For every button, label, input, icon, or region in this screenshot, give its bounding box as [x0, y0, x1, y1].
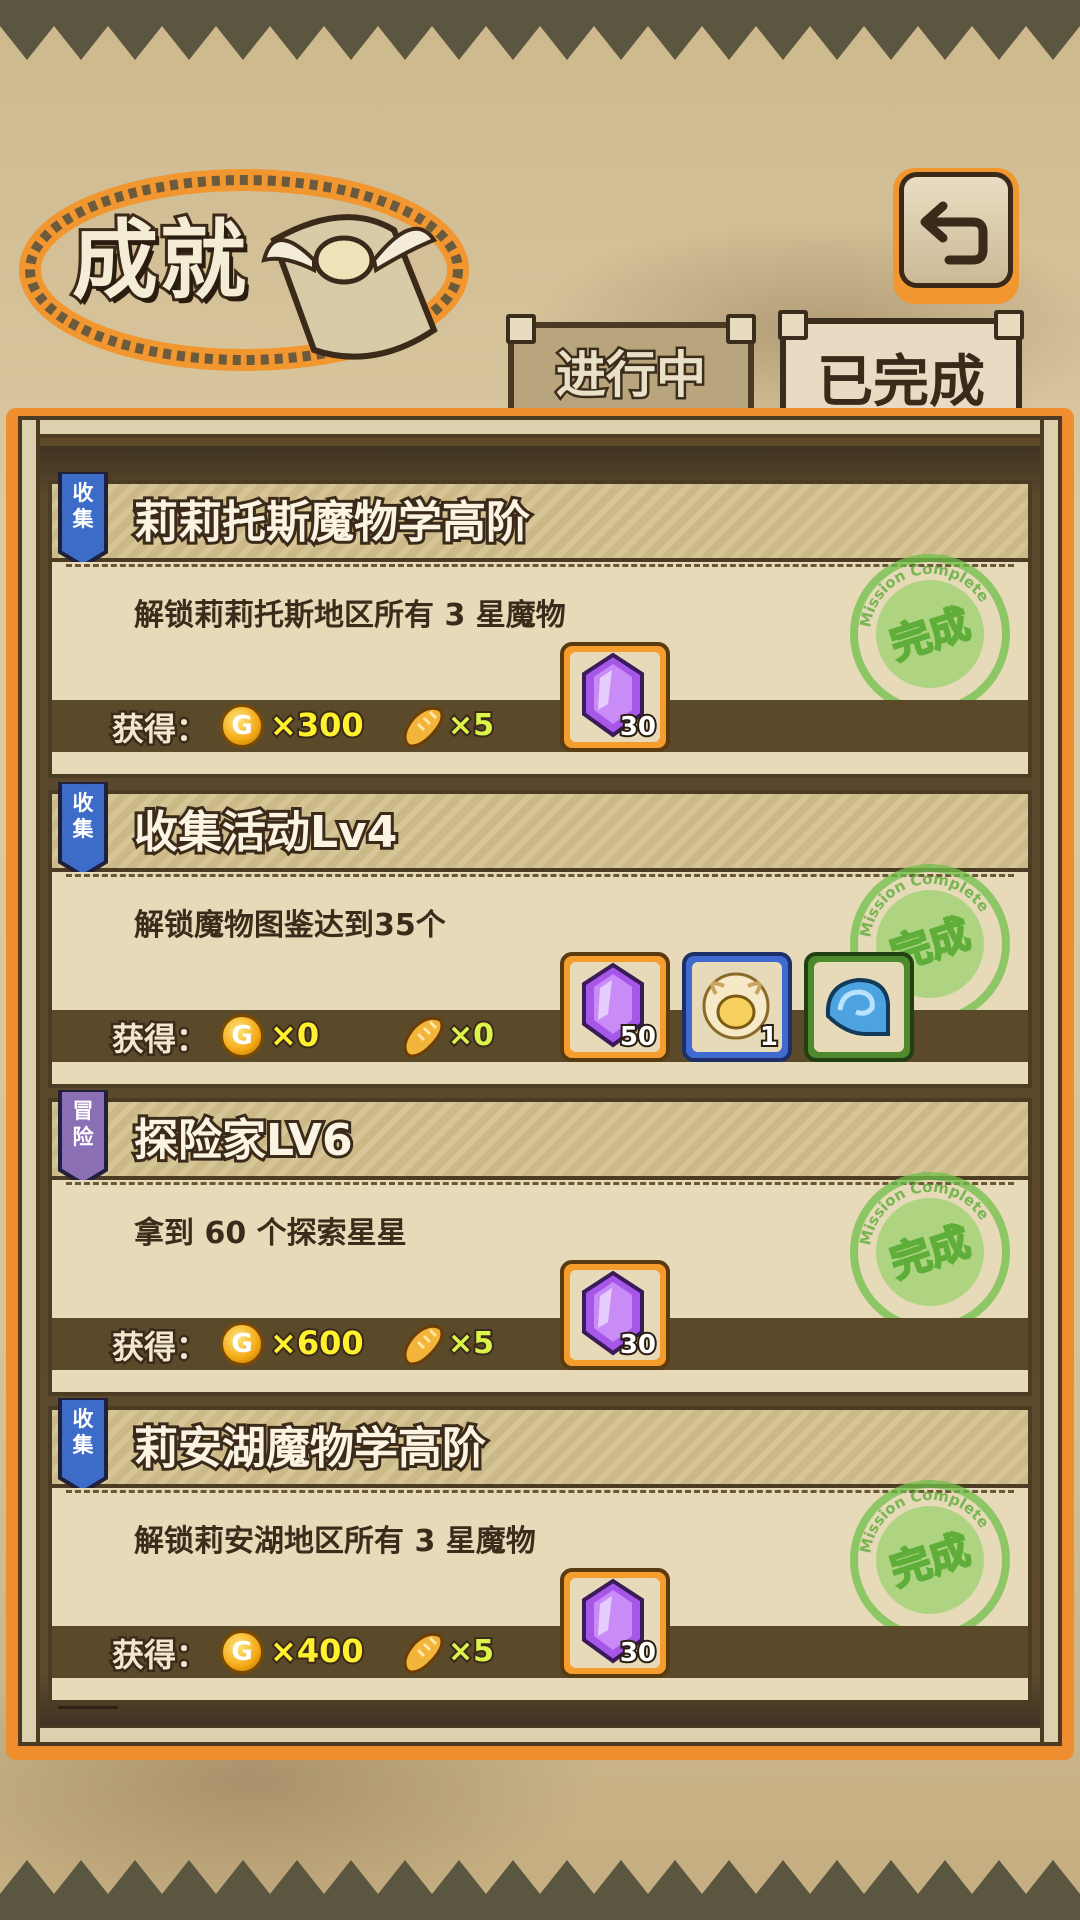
list-end-marker — [58, 1706, 118, 1709]
gold-coin-icon: G — [220, 704, 264, 748]
achievement-description: 拿到 60 个探索星星 — [134, 1216, 407, 1251]
reward-label: 获得： — [109, 1018, 210, 1061]
reward-item[interactable]: 50 — [560, 952, 670, 1062]
bread-icon — [403, 706, 444, 748]
reward-item[interactable] — [804, 952, 914, 1062]
back-button[interactable] — [893, 168, 1019, 304]
coin-reward-value: ×600 — [268, 1322, 366, 1364]
achievement-title: 莉莉托斯魔物学高阶 — [131, 494, 533, 551]
bread-icon — [403, 1016, 444, 1058]
reward-label: 获得： — [109, 1634, 210, 1677]
reward-item[interactable]: 30 — [560, 1260, 670, 1370]
achievement-title: 莉安湖魔物学高阶 — [131, 1420, 489, 1477]
back-arrow-icon — [920, 201, 988, 265]
complete-stamp: Mission Complete 完成 — [850, 1480, 1010, 1640]
reward-item-qty: 30 — [618, 710, 658, 744]
top-zigzag-border — [0, 0, 1080, 60]
category-tag-label: 收 集 — [72, 1407, 94, 1457]
bread-reward-value: ×5 — [446, 1632, 496, 1671]
coin-reward-value: ×300 — [268, 704, 366, 746]
reward-item-qty: 30 — [618, 1636, 658, 1670]
achievement-title: 收集活动Lv4 — [131, 804, 400, 861]
category-tag-label: 冒 险 — [72, 1099, 94, 1149]
tab-in-progress[interactable]: 进行中 — [506, 314, 756, 414]
category-tag-label: 收 集 — [72, 481, 94, 531]
reward-label: 获得： — [109, 708, 210, 751]
complete-stamp: Mission Complete 完成 — [850, 1172, 1010, 1332]
page-title: 成就 — [69, 207, 249, 314]
tab-completed-label: 已完成 — [817, 349, 985, 415]
reward-item-qty: 30 — [618, 1328, 658, 1362]
achievement-description: 解锁魔物图鉴达到35个 — [134, 908, 446, 943]
complete-stamp: Mission Complete 完成 — [850, 554, 1010, 714]
achievement-card[interactable]: 收 集 收集活动Lv4 解锁魔物图鉴达到35个 Mission Complete… — [48, 782, 1032, 1090]
coin-reward-value: ×400 — [268, 1630, 366, 1672]
gold-coin-icon: G — [220, 1014, 264, 1058]
reward-item-qty: 50 — [618, 1020, 658, 1054]
achievement-card[interactable]: 收 集 莉安湖魔物学高阶 解锁莉安湖地区所有 3 星魔物 Mission Com… — [48, 1398, 1032, 1706]
gold-coin-icon: G — [220, 1322, 264, 1366]
bread-icon — [403, 1632, 444, 1674]
bread-reward-value: ×0 — [446, 1016, 496, 1055]
bread-icon — [403, 1324, 444, 1366]
achievement-description: 解锁莉莉托斯地区所有 3 星魔物 — [134, 598, 566, 633]
achievement-card[interactable]: 收 集 莉莉托斯魔物学高阶 解锁莉莉托斯地区所有 3 星魔物 Mission C… — [48, 472, 1032, 780]
category-tag-label: 收 集 — [72, 791, 94, 841]
reward-label: 获得： — [109, 1326, 210, 1369]
reward-item[interactable]: 1 — [682, 952, 792, 1062]
reward-item-qty: 1 — [758, 1020, 780, 1054]
reward-item[interactable]: 30 — [560, 1568, 670, 1678]
bottom-zigzag-border — [0, 1860, 1080, 1920]
bread-reward-value: ×5 — [446, 1324, 496, 1363]
coin-reward-value: ×0 — [268, 1014, 321, 1056]
achievement-description: 解锁莉安湖地区所有 3 星魔物 — [134, 1524, 536, 1559]
reward-item[interactable]: 30 — [560, 642, 670, 752]
gold-coin-icon: G — [220, 1630, 264, 1674]
achievement-title: 探险家LV6 — [131, 1112, 356, 1169]
bread-reward-value: ×5 — [446, 706, 496, 745]
achievement-card[interactable]: 冒 险 探险家LV6 拿到 60 个探索星星 Mission Complete … — [48, 1090, 1032, 1398]
tab-in-progress-label: 进行中 — [554, 344, 709, 407]
